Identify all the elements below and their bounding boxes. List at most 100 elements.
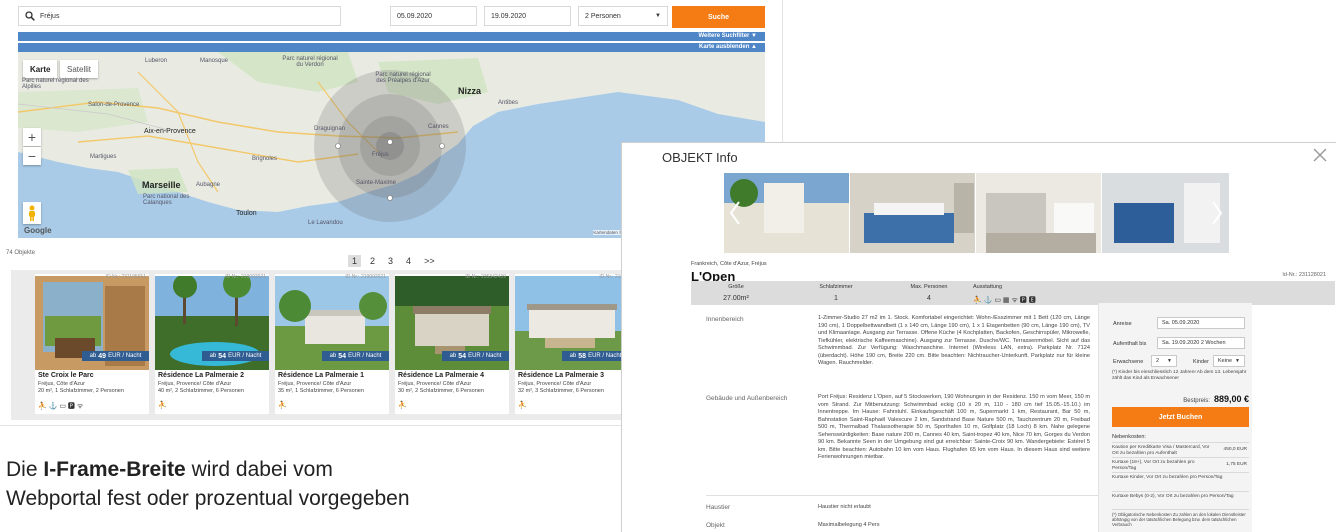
- extra-cost-label: Kurtaxe (18+), Vor Ort zu bezahlen pro P…: [1112, 460, 1195, 471]
- gallery-photos: [724, 173, 1229, 253]
- price-badge: ab 54 EUR / Nacht: [202, 351, 269, 361]
- extra-cost-value: 1,75 EUR: [1226, 462, 1247, 467]
- section-text-pets: Haustier nicht erlaubt: [818, 504, 871, 510]
- map-label-aix: Aix-en-Provence: [144, 128, 196, 135]
- price-value: 58: [578, 352, 587, 360]
- adults-select[interactable]: 2 ▼: [1151, 355, 1177, 367]
- gallery-next-arrow[interactable]: [1210, 200, 1224, 226]
- arrival-field[interactable]: Sa. 05.09.2020: [1157, 317, 1245, 329]
- page-next[interactable]: >>: [420, 255, 439, 267]
- extra-costs-label: Nebenkosten:: [1112, 434, 1146, 440]
- caption: Die I-Frame-Breite wird dabei vom Webpor…: [6, 455, 606, 513]
- result-card[interactable]: ID Nr.: 219092021 ab 54 EUR / Nacht Réside…: [275, 274, 389, 414]
- google-logo: Google: [24, 226, 52, 235]
- price-badge: ab 54 EUR / Nacht: [442, 351, 509, 361]
- arrival-label: Anreise: [1113, 321, 1132, 327]
- objekt-info-modal: OBJEKT Info Frankreich, Côte d'Azur, Fré…: [622, 143, 1336, 532]
- search-input[interactable]: Fréjus: [18, 6, 341, 26]
- departure-date-field[interactable]: 19.09.2020: [484, 6, 571, 26]
- kids-label: Kinder: [1193, 359, 1209, 365]
- page-1[interactable]: 1: [348, 255, 362, 267]
- map-label-manosque: Manosque: [200, 58, 229, 64]
- pagination: 1 2 3 4 >>: [348, 255, 439, 267]
- zoom-out-button[interactable]: −: [23, 147, 41, 165]
- card-id: ID Nr.: 219092021: [345, 274, 386, 280]
- price-prefix: ab: [329, 353, 337, 359]
- result-count: 74 Objekte: [6, 250, 36, 256]
- extra-cost-label: Kurtaxe Kinder, Vor Ort zu bezahlen pro …: [1112, 475, 1223, 480]
- card-details: 40 m², 2 Schlafzimmer, 6 Personen: [158, 388, 244, 394]
- map-label-martigues: Martigues: [90, 154, 117, 160]
- card-location: Fréjus, Provence/ Côte d'Azur: [158, 381, 232, 387]
- price-suffix: EUR / Nacht: [228, 353, 262, 359]
- zoom-in-button[interactable]: +: [23, 128, 41, 146]
- image-gallery[interactable]: [622, 170, 1336, 253]
- book-now-button[interactable]: Jetzt Buchen: [1112, 407, 1249, 427]
- caption-bold: I-Frame-Breite: [43, 458, 186, 481]
- stay-value: Sa. 19.09.2020 2 Wochen: [1162, 340, 1226, 346]
- result-card[interactable]: ID Nr.: 2198 ab 58 EUR / Nacht Résidence L…: [515, 274, 629, 414]
- stay-label: Aufenthalt bis: [1113, 341, 1147, 347]
- extra-cost-row: Kaution per Kreditkarte Visa / Mastercar…: [1112, 442, 1249, 457]
- stay-field[interactable]: Sa. 19.09.2020 2 Wochen: [1157, 337, 1245, 349]
- map-label-lavandou: Le Lavandou: [308, 220, 343, 226]
- section-label-building: Gebäude und Außenbereich: [706, 395, 788, 402]
- map-label-sainte-maxime: Sainte-Maxime: [356, 180, 397, 186]
- card-title: Résidence La Palmeraie 4: [398, 372, 484, 379]
- section-text-interior: 1-Zimmer-Studio 27 m2 im 1. Stock. Komfo…: [818, 315, 1090, 366]
- pegman-icon[interactable]: [23, 202, 41, 224]
- price-badge: ab 49 EUR / Nacht: [82, 351, 149, 361]
- map-label-prealpes: Parc naturel régional des Préalpes d'Azu…: [375, 72, 431, 84]
- best-price-value: 889,00 €: [1213, 394, 1249, 404]
- kids-note: (*) Kinder bis einschliesslich 12 Jahren…: [1112, 370, 1247, 381]
- close-icon[interactable]: [1312, 147, 1328, 163]
- gallery-prev-arrow[interactable]: [728, 200, 742, 226]
- card-location: Fréjus, Côte d'Azur: [38, 381, 85, 387]
- result-card[interactable]: ID Nr.: 219092021 ab 54 EUR / Nacht Réside…: [155, 274, 269, 414]
- tab-map[interactable]: Karte: [23, 60, 58, 78]
- map-label-brignoles: Brignoles: [252, 156, 278, 162]
- adults-label: Erwachsene: [1113, 359, 1144, 365]
- amenity-icons: ⛹ ⚓ ▭ 🅿 ᯤ: [38, 403, 84, 410]
- price-badge: ab 54 EUR / Nacht: [322, 351, 389, 361]
- search-button[interactable]: Suche: [672, 6, 765, 28]
- kids-value: Keine: [1218, 358, 1233, 364]
- card-details: 35 m², 1 Schlafzimmer, 6 Personen: [278, 388, 364, 394]
- search-query: Fréjus: [40, 12, 60, 20]
- card-details: 30 m², 2 Schlafzimmer, 6 Personen: [398, 388, 484, 394]
- hide-map-bar[interactable]: Karte ausblenden ▲: [18, 43, 765, 52]
- card-location: Fréjus, Provence/ Côte d'Azur: [518, 381, 592, 387]
- price-prefix: ab: [569, 353, 577, 359]
- card-title: Résidence La Palmeraie 1: [278, 372, 364, 379]
- spec-label: Max. Personen: [910, 284, 948, 290]
- price-prefix: ab: [449, 353, 457, 359]
- map-label-salon: Salon-de-Provence: [88, 102, 140, 108]
- extra-cost-row: Kurtaxe Bebys (0-2), Vor Ort zu bezahlen…: [1112, 491, 1249, 505]
- caption-suffix: wird dabei vom: [185, 458, 333, 481]
- page-4[interactable]: 4: [402, 255, 415, 267]
- result-card[interactable]: ID Nr.: 231195651 ab 49 EUR / Nacht Ste Cr…: [35, 274, 149, 414]
- section-label-pets: Haustier: [706, 504, 731, 511]
- map-label-alpilles: Parc naturel régional des Alpilles: [22, 78, 89, 90]
- price-value: 49: [98, 352, 107, 360]
- section-label-interior: Innenbereich: [706, 316, 744, 323]
- price-value: 54: [338, 352, 347, 360]
- extra-cost-value: 450,0 EUR: [1223, 447, 1247, 452]
- kids-select[interactable]: Keine ▼: [1213, 355, 1245, 367]
- more-filters-label: Weitere Suchfilter: [698, 33, 750, 39]
- more-filters-bar[interactable]: Weitere Suchfilter ▼: [18, 32, 765, 41]
- page-3[interactable]: 3: [384, 255, 397, 267]
- object-id: Id-Nr.: 231128021: [1282, 272, 1326, 278]
- card-id: ID Nr.: 235342439: [465, 274, 506, 280]
- persons-select[interactable]: 2 Personen ▼: [578, 6, 668, 26]
- page-2[interactable]: 2: [366, 255, 379, 267]
- map-label-antibes: Antibes: [498, 100, 519, 106]
- spec-value: 4: [927, 295, 931, 302]
- card-details: 20 m², 1 Schlafzimmer, 2 Personen: [38, 388, 124, 394]
- result-card[interactable]: ID Nr.: 235342439 ab 54 EUR / Nacht Réside…: [395, 274, 509, 414]
- departure-date-value: 19.09.2020: [491, 12, 527, 20]
- extra-cost-label: Kurtaxe Bebys (0-2), Vor Ort zu bezahlen…: [1112, 494, 1234, 499]
- card-title: Résidence La Palmeraie 3: [518, 372, 604, 379]
- tab-satellite[interactable]: Satellit: [60, 60, 99, 78]
- arrival-date-field[interactable]: 05.09.2020: [390, 6, 477, 26]
